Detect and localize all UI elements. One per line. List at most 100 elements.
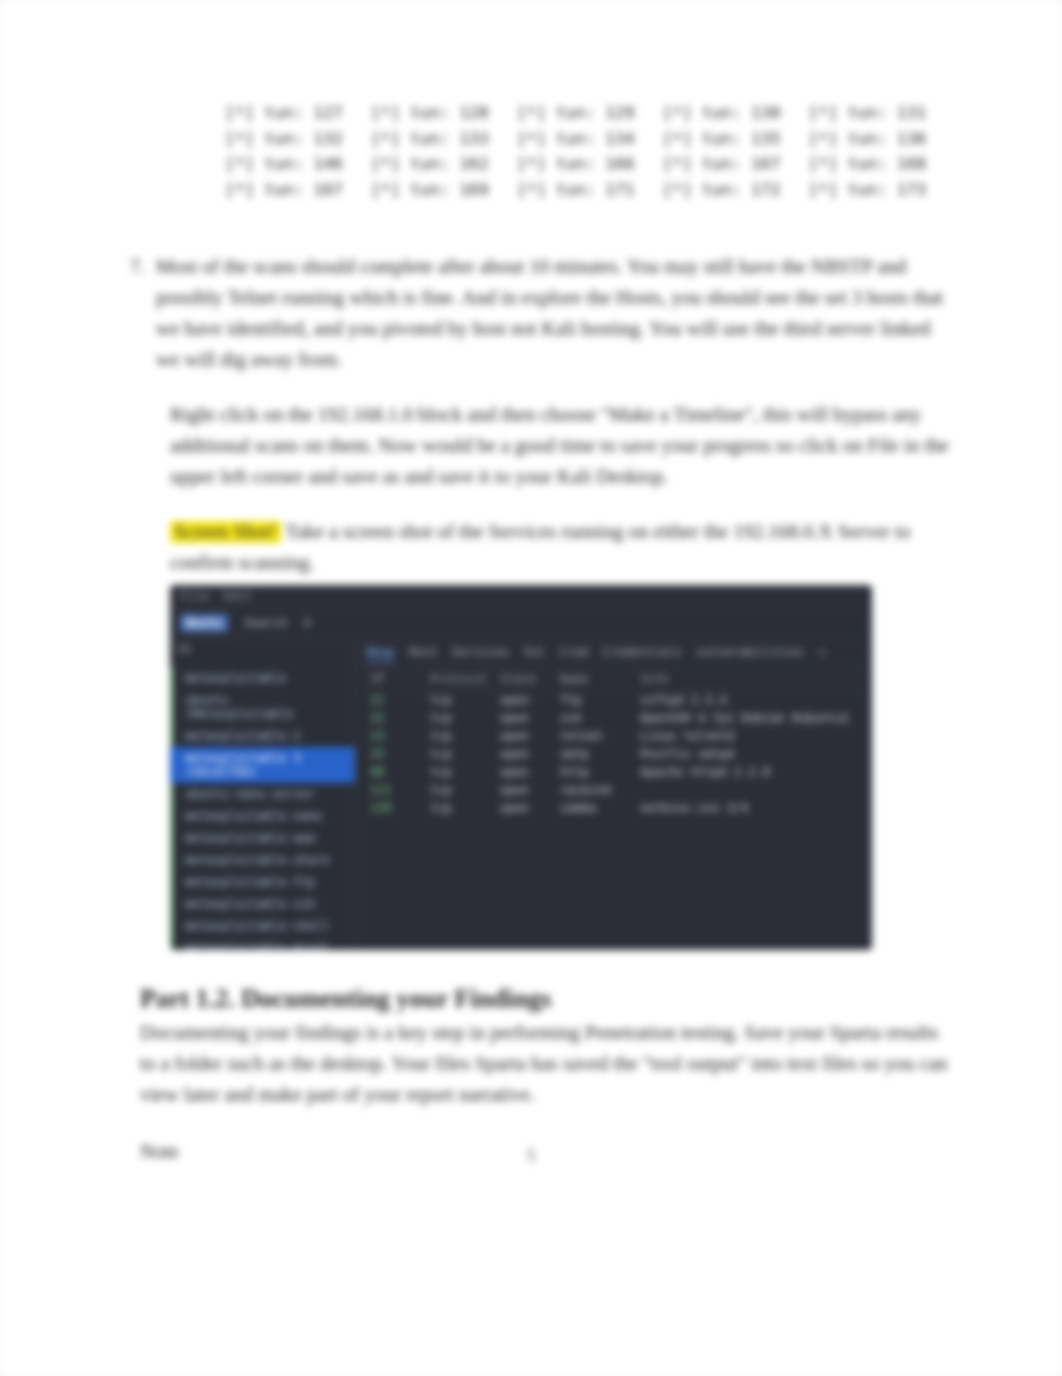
host-item[interactable]: metasploitable [170, 667, 355, 689]
tab-nmap[interactable]: Nmap [366, 645, 395, 663]
service-row[interactable]: 22tcpopensshOpenSSH 4.7p1 Debian 8ubuntu… [356, 709, 872, 727]
screenshot-highlight: Screen Shot! [170, 521, 281, 543]
code-cell: [*] tun: 135 [663, 126, 781, 152]
cell-name: ssh [560, 711, 640, 725]
terminal-hostbar: Hosts Search X [170, 608, 872, 639]
code-cell: [*] tun: 129 [517, 100, 635, 126]
cell-proto: tcp [430, 765, 500, 779]
cell-name: samba [560, 801, 640, 815]
tab-cred[interactable]: Cred [559, 645, 588, 663]
code-cell: [*] tun: 132 [225, 126, 343, 152]
code-cell: [*] tun: 166 [517, 151, 635, 177]
service-row[interactable]: 25tcpopensmtpPostfix smtpd [356, 745, 872, 763]
section-heading: Part 1.2. Documenting your Findings [140, 984, 952, 1014]
tab-vulnerabilities[interactable]: vulnerabilities [696, 645, 804, 663]
menu-edit[interactable]: Edit [223, 589, 252, 603]
cell-state: open [500, 765, 560, 779]
hosts-tab[interactable]: Hosts [180, 614, 228, 632]
terminal-menubar: File Edit [170, 585, 872, 608]
tab-host[interactable]: Host [409, 645, 438, 663]
cell-port: 22 [370, 711, 430, 725]
code-cell: [*] tun: 131 [808, 100, 926, 126]
col-state: State [500, 672, 560, 686]
code-row: [*] tun: 146 [*] tun: 162 [*] tun: 166 [… [225, 151, 952, 177]
code-cell: [*] tun: 136 [808, 126, 926, 152]
code-row: [*] tun: 167 [*] tun: 169 [*] tun: 171 [… [225, 177, 952, 203]
cell-proto: tcp [430, 801, 500, 815]
cell-name: rpcbind [560, 783, 640, 797]
code-cell: [*] tun: 134 [517, 126, 635, 152]
main-tab-row: Nmap Host Services Vul Cred Credentials … [356, 639, 872, 668]
host-item[interactable]: metasploitable-mysql [170, 937, 355, 950]
host-item-selected[interactable]: metasploitable 3 (SELECTED) [170, 747, 355, 783]
cell-port: 21 [370, 693, 430, 707]
cell-state: open [500, 801, 560, 815]
cell-info: netbios-ssn 3/4 [640, 801, 858, 815]
host-item[interactable]: ubuntu-nano-server [170, 783, 355, 805]
table-columns-header: IP Protocol State Name Info [356, 668, 872, 691]
host-item[interactable]: ubuntu (Metasploitable [170, 689, 355, 725]
cell-info: Apache httpd 2.2.8 [640, 765, 858, 779]
service-row[interactable]: 139tcpopensambanetbios-ssn 3/4 [356, 799, 872, 817]
cell-proto: tcp [430, 747, 500, 761]
code-cell: [*] tun: 133 [371, 126, 489, 152]
cell-proto: tcp [430, 783, 500, 797]
code-cell: [*] tun: 173 [808, 177, 926, 203]
cell-port: 80 [370, 765, 430, 779]
tab-credentials[interactable]: Credentials [602, 645, 681, 663]
code-cell: [*] tun: 167 [663, 151, 781, 177]
cell-proto: tcp [430, 693, 500, 707]
close-tab[interactable]: X [303, 616, 310, 630]
page-number: 5 [0, 1145, 1062, 1166]
cell-info: Linux telnetd [640, 729, 858, 743]
code-cell: [*] tun: 128 [371, 100, 489, 126]
menu-file[interactable]: File [180, 589, 209, 603]
cell-state: open [500, 729, 560, 743]
cell-port: 139 [370, 801, 430, 815]
hosts-side-panel: OS metasploitable ubuntu (Metasploitable… [170, 639, 356, 950]
code-row: [*] tun: 132 [*] tun: 133 [*] tun: 134 [… [225, 126, 952, 152]
host-item[interactable]: metasploitable-www [170, 827, 355, 849]
cell-port: 25 [370, 747, 430, 761]
code-row: [*] tun: 127 [*] tun: 128 [*] tun: 129 [… [225, 100, 952, 126]
service-row[interactable]: 80tcpopenhttpApache httpd 2.2.8 [356, 763, 872, 781]
side-header-os: OS [170, 643, 355, 667]
cell-name: telnet [560, 729, 640, 743]
tab-add[interactable]: + [818, 645, 825, 663]
host-item[interactable]: metasploitable-share [170, 849, 355, 871]
cell-name: smtp [560, 747, 640, 761]
cell-info: OpenSSH 4.7p1 Debian 8ubuntu1 [640, 711, 858, 725]
search-tab[interactable]: Search [244, 616, 287, 630]
col-ip: IP [370, 672, 430, 686]
col-name: Name [560, 672, 640, 686]
cell-proto: tcp [430, 729, 500, 743]
cell-port: 111 [370, 783, 430, 797]
code-cell: [*] tun: 162 [371, 151, 489, 177]
cell-state: open [500, 711, 560, 725]
scan-output-block: [*] tun: 127 [*] tun: 128 [*] tun: 129 [… [225, 100, 952, 202]
code-cell: [*] tun: 169 [371, 177, 489, 203]
cell-info [640, 783, 858, 797]
paragraph-instructions: Right click on the 192.168.1.0 block and… [170, 400, 952, 493]
code-cell: [*] tun: 172 [663, 177, 781, 203]
screenshot-instruction: Take a screen shot of the Services runni… [170, 521, 911, 574]
cell-state: open [500, 693, 560, 707]
cell-name: ftp [560, 693, 640, 707]
host-item[interactable]: metasploitable-nano [170, 805, 355, 827]
col-protocol: Protocol [430, 672, 500, 686]
cell-state: open [500, 783, 560, 797]
tab-vul[interactable]: Vul [524, 645, 546, 663]
code-cell: [*] tun: 168 [808, 151, 926, 177]
cell-info: Postfix smtpd [640, 747, 858, 761]
code-cell: [*] tun: 130 [663, 100, 781, 126]
step-7-text: Most of the scans should complete after … [150, 252, 952, 376]
service-row[interactable]: 21tcpopenftpvsftpd 2.3.4 [356, 691, 872, 709]
tab-services[interactable]: Services [452, 645, 510, 663]
section-description: Documenting your findings is a key step … [140, 1018, 952, 1111]
service-row[interactable]: 111tcpopenrpcbind [356, 781, 872, 799]
host-item[interactable]: metasploitable-ftp [170, 871, 355, 893]
service-row[interactable]: 23tcpopentelnetLinux telnetd [356, 727, 872, 745]
host-item[interactable]: metasploitable-2 [170, 725, 355, 747]
host-item[interactable]: metasploitable-shell [170, 915, 355, 937]
host-item[interactable]: metasploitable-ssh [170, 893, 355, 915]
